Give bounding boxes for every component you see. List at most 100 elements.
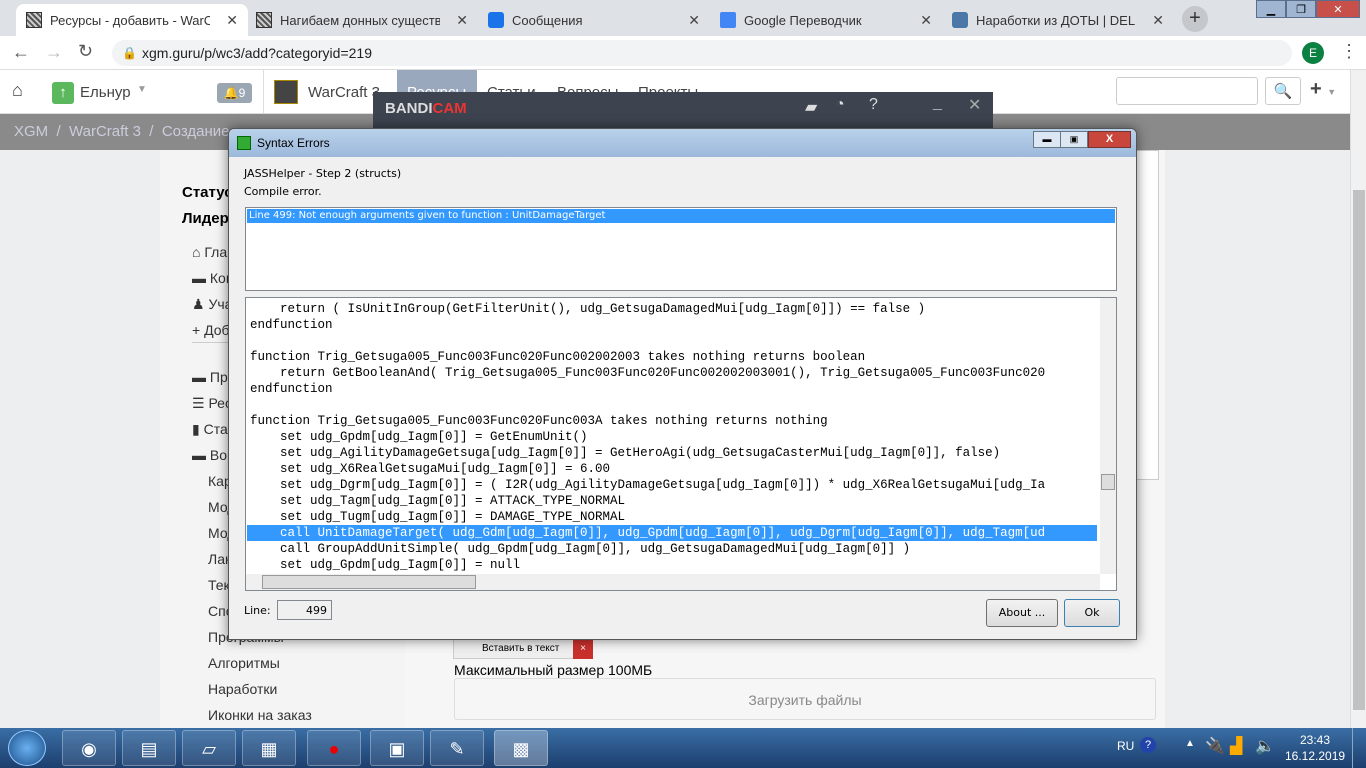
horizontal-scrollbar[interactable] xyxy=(246,574,1100,590)
sidebar-item[interactable]: ▮ Ста xyxy=(192,421,228,438)
sidebar-item[interactable]: ☰ Рес xyxy=(192,395,232,412)
sidebar-item[interactable]: Алгоритмы xyxy=(208,655,280,671)
start-button[interactable] xyxy=(8,730,46,766)
error-list[interactable]: Line 499: Not enough arguments given to … xyxy=(245,207,1117,291)
add-menu-button[interactable]: + ▼ xyxy=(1310,78,1336,101)
vertical-scrollbar[interactable] xyxy=(1100,298,1116,574)
clock-date[interactable]: 16.12.2019 xyxy=(1285,749,1345,763)
tab-resources[interactable]: Ресурсы - добавить - WarCraft✕ xyxy=(16,4,248,36)
code-line[interactable]: call GroupAddUnitSimple( udg_Gpdm[udg_Ia… xyxy=(250,541,910,557)
sidebar-item[interactable]: ♟ Уча xyxy=(192,296,232,313)
help-icon[interactable]: ? xyxy=(869,96,878,114)
user-menu[interactable]: Ельнур xyxy=(80,84,131,101)
code-line[interactable]: set udg_Dgrm[udg_Iagm[0]] = ( I2R(udg_Ag… xyxy=(250,477,1045,493)
close-button[interactable]: X xyxy=(1088,131,1131,148)
code-line[interactable]: endfunction xyxy=(250,381,333,397)
tab-2[interactable]: Нагибаем донных существ. Вы✕ xyxy=(246,4,478,36)
new-tab-button[interactable]: + xyxy=(1182,6,1208,32)
code-line[interactable]: set udg_Gpdm[udg_Iagm[0]] = null xyxy=(250,557,520,573)
chrome-taskbar-button[interactable]: ◉ xyxy=(62,730,116,766)
tab-5[interactable]: Наработки из ДОТЫ | DELETED✕ xyxy=(942,4,1174,36)
code-line[interactable]: function Trig_Getsuga005_Func003Func020F… xyxy=(250,413,828,429)
upload-icon[interactable]: ↑ xyxy=(52,82,74,104)
error-item[interactable]: Line 499: Not enough arguments given to … xyxy=(247,209,1115,223)
monitor-taskbar-button[interactable]: ▣ xyxy=(370,730,424,766)
breadcrumb-xgm[interactable]: XGM xyxy=(14,123,48,140)
home-icon[interactable]: ⌂ xyxy=(12,80,23,101)
maximize-button[interactable]: ▣ xyxy=(1060,131,1088,148)
sidebar-item[interactable]: Наработки xyxy=(208,681,277,697)
code-view[interactable]: return ( IsUnitInGroup(GetFilterUnit(), … xyxy=(245,297,1117,591)
dialog-titlebar[interactable]: Syntax Errors ▬ ▣ X xyxy=(229,129,1136,157)
volume-icon[interactable]: 🔈 xyxy=(1255,736,1275,756)
breadcrumb-wc3[interactable]: WarCraft 3 xyxy=(69,123,141,140)
close-icon[interactable]: ✕ xyxy=(456,12,468,29)
maximize-button[interactable]: ❐ xyxy=(1286,0,1316,18)
lock-icon: 🔒 xyxy=(122,46,137,60)
sidebar-item[interactable]: ⌂ Гла xyxy=(192,244,227,260)
clock-time[interactable]: 23:43 xyxy=(1300,733,1330,747)
code-line[interactable]: return ( IsUnitInGroup(GetFilterUnit(), … xyxy=(250,301,925,317)
folder-icon[interactable]: ▰ xyxy=(805,97,817,117)
explorer-taskbar-button[interactable]: ▤ xyxy=(122,730,176,766)
minimize-button[interactable]: ▬ xyxy=(1033,131,1061,148)
profile-avatar[interactable]: E xyxy=(1302,42,1324,64)
insert-text-button[interactable]: Вставить в текст xyxy=(453,638,593,659)
show-desktop-button[interactable] xyxy=(1352,728,1366,768)
menu-icon[interactable]: ⋮ xyxy=(1340,41,1358,62)
site-search-input[interactable] xyxy=(1116,77,1258,105)
jasshelper-taskbar-button[interactable]: ▩ xyxy=(494,730,548,766)
show-hidden-icons[interactable]: ▲ xyxy=(1185,738,1195,749)
scrollbar-thumb[interactable] xyxy=(1353,190,1365,710)
forward-icon[interactable]: → xyxy=(45,42,63,63)
search-icon[interactable]: 🔍 xyxy=(1265,77,1301,105)
url-input[interactable]: 🔒 xgm.guru/p/wc3/add?categoryid=219 xyxy=(112,40,1292,66)
ok-button[interactable]: Ok xyxy=(1064,599,1120,627)
minimize-icon[interactable]: _ xyxy=(933,94,942,112)
close-icon[interactable]: ✕ xyxy=(920,12,932,29)
close-icon[interactable]: ✕ xyxy=(688,12,700,29)
page-scrollbar[interactable] xyxy=(1350,70,1366,728)
clock-icon[interactable]: ◔ xyxy=(835,96,845,114)
power-icon[interactable]: 🔌 xyxy=(1205,736,1225,756)
close-icon[interactable]: ✕ xyxy=(1152,12,1164,29)
help-icon[interactable]: ? xyxy=(1140,737,1156,753)
game-title[interactable]: WarCraft 3 xyxy=(308,84,380,101)
code-line[interactable]: function Trig_Getsuga005_Func003Func020F… xyxy=(250,349,865,365)
calculator-taskbar-button[interactable]: ▦ xyxy=(242,730,296,766)
remove-button[interactable]: × xyxy=(573,639,593,659)
status-heading: Статус xyxy=(182,184,233,201)
about-button[interactable]: About ... xyxy=(986,599,1058,627)
scrollbar-thumb[interactable] xyxy=(262,575,476,589)
sidebar-item[interactable]: + Доб xyxy=(192,322,230,338)
game-icon xyxy=(274,80,298,104)
reload-icon[interactable]: ↻ xyxy=(78,41,93,62)
close-icon[interactable]: ✕ xyxy=(226,12,238,29)
scrollbar-thumb[interactable] xyxy=(1101,474,1115,490)
network-icon[interactable]: ▟ xyxy=(1230,736,1242,756)
notifications-badge[interactable]: 🔔9 xyxy=(217,83,252,103)
sidebar-item[interactable]: Иконки на заказ xyxy=(208,707,312,723)
sidebar-item[interactable]: Тек xyxy=(208,577,230,593)
close-icon[interactable]: ✕ xyxy=(968,95,981,115)
notes-taskbar-button[interactable]: ▱ xyxy=(182,730,236,766)
code-line[interactable]: set udg_AgilityDamageGetsuga[udg_Iagm[0]… xyxy=(250,445,1000,461)
sidebar-item[interactable]: ▬ Пр xyxy=(192,369,228,385)
code-line[interactable]: return GetBooleanAnd( Trig_Getsuga005_Fu… xyxy=(250,365,1045,381)
tab-3[interactable]: Сообщения ✕ xyxy=(478,4,710,36)
code-line[interactable]: endfunction xyxy=(250,317,333,333)
editor-taskbar-button[interactable]: ✎ xyxy=(430,730,484,766)
bandicam-taskbar-button[interactable]: ● xyxy=(307,730,361,766)
line-number-field[interactable]: 499 xyxy=(277,600,332,620)
tab-4[interactable]: Google Переводчик ✕ xyxy=(710,4,942,36)
back-icon[interactable]: ← xyxy=(12,42,30,63)
code-line[interactable]: set udg_Tugm[udg_Iagm[0]] = DAMAGE_TYPE_… xyxy=(250,509,625,525)
upload-files-button[interactable]: Загрузить файлы xyxy=(454,678,1156,720)
code-line[interactable]: set udg_X6RealGetsugaMui[udg_Iagm[0]] = … xyxy=(250,461,610,477)
language-indicator[interactable]: RU xyxy=(1117,739,1134,753)
code-line[interactable]: set udg_Gpdm[udg_Iagm[0]] = GetEnumUnit(… xyxy=(250,429,588,445)
minimize-button[interactable]: ▁ xyxy=(1256,0,1286,18)
code-line[interactable]: call UnitDamageTarget( udg_Gdm[udg_Iagm[… xyxy=(247,525,1097,541)
code-line[interactable]: set udg_Tagm[udg_Iagm[0]] = ATTACK_TYPE_… xyxy=(250,493,625,509)
close-window-button[interactable]: ✕ xyxy=(1316,0,1360,18)
